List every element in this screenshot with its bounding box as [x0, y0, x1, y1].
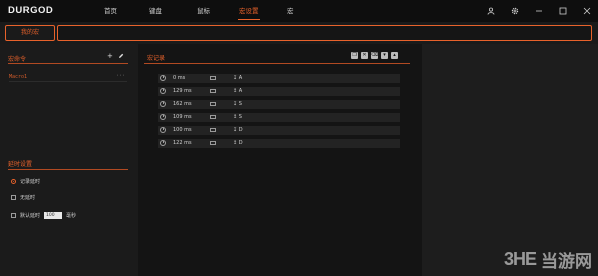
- record-key: ↥ A: [233, 88, 243, 94]
- macro-record-title: 宏记录: [147, 55, 166, 62]
- divider: [144, 63, 410, 64]
- close-icon[interactable]: [582, 6, 592, 16]
- no-delay-option[interactable]: 无延时: [11, 194, 35, 201]
- user-icon[interactable]: [486, 6, 496, 16]
- profile-tab[interactable]: 我的宏: [5, 25, 55, 41]
- profile-field[interactable]: [57, 25, 592, 41]
- macro-name: Macro1: [9, 74, 28, 80]
- brand-logo: DURGOD: [8, 5, 54, 16]
- divider: [8, 63, 128, 64]
- nav-mouse[interactable]: 鼠标: [197, 0, 210, 22]
- record-key: ↥ D: [233, 140, 243, 146]
- macro-list-item[interactable]: Macro1 ···: [9, 73, 127, 82]
- clock-icon: [160, 75, 166, 81]
- default-delay-option[interactable]: 默认延时 100 毫秒: [11, 212, 76, 219]
- record-delay: 122 ms: [173, 140, 192, 146]
- watermark: 3HE 当游网: [504, 247, 592, 272]
- record-row[interactable]: 0 ms ↧ A: [158, 74, 400, 83]
- clock-icon: [160, 140, 166, 146]
- record-delay: 100 ms: [173, 127, 192, 133]
- option-label: 记录延时: [20, 179, 41, 185]
- right-panel: [422, 44, 598, 276]
- checkbox-icon: [11, 195, 16, 200]
- macro-record-panel: 宏记录 ❐ ✕ ⌫ ▾ ▴ 0 ms ↧ A 129 ms ↥ A 162 ms…: [138, 44, 422, 276]
- record-key: ↥ S: [233, 114, 242, 120]
- record-key: ↧ S: [233, 101, 242, 107]
- add-macro-button[interactable]: +: [107, 52, 113, 60]
- watermark-logo: 3HE: [503, 249, 537, 269]
- record-row[interactable]: 129 ms ↥ A: [158, 87, 400, 96]
- profile-bar: 我的宏: [0, 22, 598, 44]
- record-row[interactable]: 122 ms ↥ D: [158, 139, 400, 148]
- nav-macro[interactable]: 宏: [287, 0, 294, 22]
- radio-selected-icon: [11, 179, 16, 184]
- clock-icon: [160, 114, 166, 120]
- option-label: 默认延时: [20, 213, 41, 219]
- record-delay-option[interactable]: 记录延时: [11, 178, 40, 185]
- keyboard-icon: [210, 89, 216, 93]
- more-options-icon[interactable]: ···: [116, 73, 125, 79]
- delete-icon[interactable]: ✕: [361, 52, 368, 59]
- edit-macro-button[interactable]: [118, 53, 124, 61]
- record-key: ↧ D: [233, 127, 243, 133]
- clock-icon: [160, 101, 166, 107]
- nav-home[interactable]: 首页: [104, 0, 117, 22]
- keyboard-icon: [210, 141, 216, 145]
- nav-macro-settings[interactable]: 宏设置: [238, 0, 259, 22]
- keyboard-icon: [210, 128, 216, 132]
- macro-list-title: 宏命令: [8, 56, 27, 63]
- record-delay: 109 ms: [173, 114, 192, 120]
- checkbox-icon: [11, 213, 16, 218]
- default-delay-input[interactable]: 100: [44, 212, 63, 219]
- keyboard-icon: [210, 115, 216, 119]
- minimize-icon[interactable]: [534, 6, 544, 16]
- record-row[interactable]: 109 ms ↥ S: [158, 113, 400, 122]
- macro-list-panel: 宏命令 + Macro1 ··· 延时设置 记录延时 无延时 默认延时 100 …: [0, 44, 138, 276]
- pencil-icon: [119, 53, 124, 58]
- keyboard-icon: [210, 102, 216, 106]
- delay-settings-title: 延时设置: [8, 161, 33, 168]
- keyboard-icon: [210, 76, 216, 80]
- option-label: 无延时: [20, 195, 36, 201]
- divider: [8, 169, 128, 170]
- watermark-text: 当游网: [541, 252, 592, 272]
- nav-keyboard[interactable]: 键盘: [149, 0, 162, 22]
- copy-icon[interactable]: ❐: [351, 52, 358, 59]
- clock-icon: [160, 127, 166, 133]
- record-key: ↧ A: [233, 75, 243, 81]
- record-delay: 0 ms: [173, 75, 186, 81]
- clock-icon: [160, 88, 166, 94]
- record-row[interactable]: 162 ms ↧ S: [158, 100, 400, 109]
- record-delay: 129 ms: [173, 88, 192, 94]
- gear-icon[interactable]: [510, 6, 520, 16]
- maximize-icon[interactable]: [558, 6, 568, 16]
- record-row[interactable]: 100 ms ↧ D: [158, 126, 400, 135]
- move-up-icon[interactable]: ▴: [391, 52, 398, 59]
- title-bar: DURGOD 首页 键盘 鼠标 宏设置 宏: [0, 0, 598, 22]
- clear-icon[interactable]: ⌫: [371, 52, 378, 59]
- record-delay: 162 ms: [173, 101, 192, 107]
- delay-unit: 毫秒: [66, 213, 77, 219]
- move-down-icon[interactable]: ▾: [381, 52, 388, 59]
